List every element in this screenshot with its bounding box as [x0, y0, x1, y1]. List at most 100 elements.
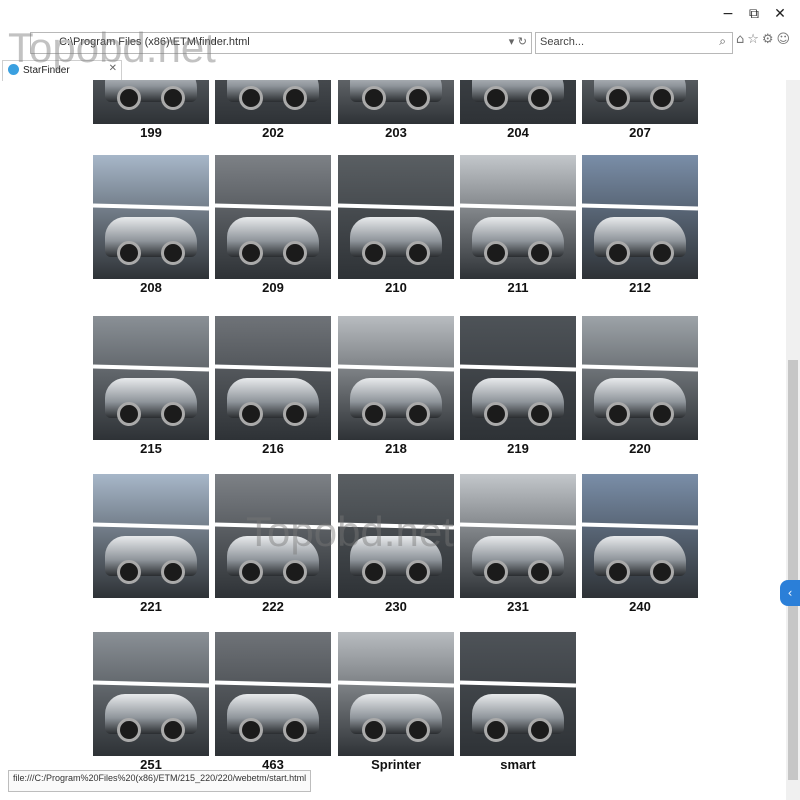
model-label[interactable]: 220: [582, 441, 698, 459]
wheel: [362, 560, 386, 584]
model-label[interactable]: 199: [93, 125, 209, 143]
car-thumbnail[interactable]: [93, 80, 209, 124]
car-thumbnail[interactable]: [93, 316, 209, 440]
address-url: C:\Program Files (x86)\ETM\finder.html: [59, 36, 250, 48]
wheel: [406, 241, 430, 265]
car-thumbnail[interactable]: [93, 632, 209, 756]
model-tile[interactable]: smart: [460, 632, 576, 775]
model-tile[interactable]: 216: [215, 316, 331, 459]
car-thumbnail[interactable]: [215, 80, 331, 124]
model-tile[interactable]: 463: [215, 632, 331, 775]
wheel: [650, 241, 674, 265]
wheel: [239, 241, 263, 265]
model-tile[interactable]: 204: [460, 80, 576, 143]
wheel: [606, 560, 630, 584]
model-label[interactable]: 221: [93, 599, 209, 617]
car-thumbnail[interactable]: [582, 474, 698, 598]
model-label[interactable]: 216: [215, 441, 331, 459]
car-thumbnail[interactable]: [460, 632, 576, 756]
model-tile[interactable]: 202: [215, 80, 331, 143]
wheel: [161, 718, 185, 742]
car-thumbnail[interactable]: [582, 155, 698, 279]
dropdown-icon[interactable]: ▾: [509, 35, 515, 48]
model-label[interactable]: 230: [338, 599, 454, 617]
model-tile[interactable]: Sprinter: [338, 632, 454, 775]
search-icon[interactable]: ⌕: [719, 34, 726, 49]
model-label[interactable]: 218: [338, 441, 454, 459]
model-tile[interactable]: 208: [93, 155, 209, 298]
wheel: [283, 560, 307, 584]
car-thumbnail[interactable]: [93, 474, 209, 598]
model-label[interactable]: 240: [582, 599, 698, 617]
image-seam: [460, 680, 576, 688]
close-button[interactable]: ✕: [770, 4, 790, 24]
toolbar-icons[interactable]: ⌂☆⚙☺: [736, 32, 793, 47]
car-thumbnail[interactable]: [338, 155, 454, 279]
model-label[interactable]: 231: [460, 599, 576, 617]
model-label[interactable]: 207: [582, 125, 698, 143]
car-thumbnail[interactable]: [215, 474, 331, 598]
car-thumbnail[interactable]: [338, 632, 454, 756]
model-tile[interactable]: 203: [338, 80, 454, 143]
model-label[interactable]: 209: [215, 280, 331, 298]
car-thumbnail[interactable]: [460, 155, 576, 279]
model-label[interactable]: 212: [582, 280, 698, 298]
wheel: [117, 241, 141, 265]
car-thumbnail[interactable]: [215, 632, 331, 756]
model-tile[interactable]: 211: [460, 155, 576, 298]
scrollbar-thumb[interactable]: [788, 360, 798, 780]
model-tile[interactable]: 240: [582, 474, 698, 617]
car-thumbnail[interactable]: [582, 316, 698, 440]
car-thumbnail[interactable]: [460, 316, 576, 440]
restore-button[interactable]: ⧉: [744, 4, 764, 24]
car-thumbnail[interactable]: [582, 80, 698, 124]
model-label[interactable]: 210: [338, 280, 454, 298]
wheel: [239, 560, 263, 584]
model-tile[interactable]: 230: [338, 474, 454, 617]
model-label[interactable]: 204: [460, 125, 576, 143]
model-tile[interactable]: 222: [215, 474, 331, 617]
search-input[interactable]: Search... ⌕: [535, 32, 733, 54]
model-tile[interactable]: 199: [93, 80, 209, 143]
car-thumbnail[interactable]: [460, 80, 576, 124]
model-label[interactable]: 222: [215, 599, 331, 617]
model-tile[interactable]: 218: [338, 316, 454, 459]
side-panel-toggle-button[interactable]: ‹: [780, 580, 800, 606]
model-label[interactable]: 208: [93, 280, 209, 298]
car-thumbnail[interactable]: [338, 80, 454, 124]
model-label[interactable]: 219: [460, 441, 576, 459]
car-thumbnail[interactable]: [93, 155, 209, 279]
scrollbar[interactable]: [786, 80, 800, 800]
model-grid: 199 202 203 204 207 208 209 210 211 212 215 216 218 2…: [0, 80, 785, 800]
refresh-icon[interactable]: ↻: [518, 35, 527, 48]
model-tile[interactable]: 210: [338, 155, 454, 298]
car-thumbnail[interactable]: [460, 474, 576, 598]
model-label[interactable]: smart: [460, 757, 576, 775]
wheel: [117, 718, 141, 742]
model-label[interactable]: 202: [215, 125, 331, 143]
model-tile[interactable]: 251: [93, 632, 209, 775]
model-label[interactable]: 211: [460, 280, 576, 298]
car-thumbnail[interactable]: [338, 316, 454, 440]
car-thumbnail[interactable]: [215, 316, 331, 440]
model-label[interactable]: Sprinter: [338, 757, 454, 775]
model-tile[interactable]: 219: [460, 316, 576, 459]
image-seam: [338, 522, 454, 530]
car-thumbnail[interactable]: [215, 155, 331, 279]
wheel: [283, 241, 307, 265]
model-tile[interactable]: 231: [460, 474, 576, 617]
model-tile[interactable]: 221: [93, 474, 209, 617]
minimize-button[interactable]: −: [718, 4, 738, 24]
model-tile[interactable]: 212: [582, 155, 698, 298]
model-tile[interactable]: 209: [215, 155, 331, 298]
model-tile[interactable]: 207: [582, 80, 698, 143]
model-label[interactable]: 215: [93, 441, 209, 459]
tab-starfinder[interactable]: StarFinder ✕: [2, 60, 122, 81]
wheel: [283, 402, 307, 426]
model-tile[interactable]: 215: [93, 316, 209, 459]
address-bar[interactable]: C:\Program Files (x86)\ETM\finder.html ▾…: [30, 32, 532, 54]
tab-close-icon[interactable]: ✕: [109, 63, 117, 74]
car-thumbnail[interactable]: [338, 474, 454, 598]
model-label[interactable]: 203: [338, 125, 454, 143]
model-tile[interactable]: 220: [582, 316, 698, 459]
